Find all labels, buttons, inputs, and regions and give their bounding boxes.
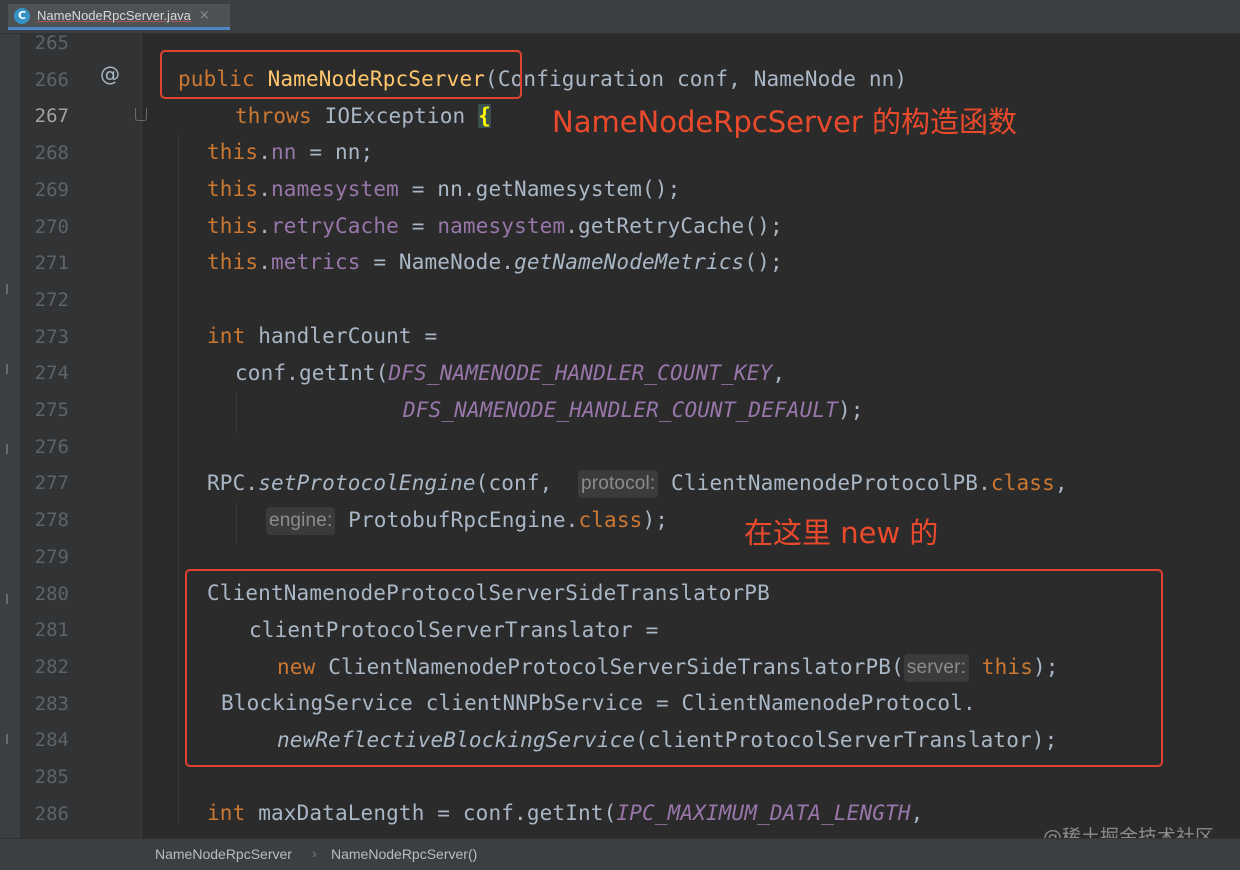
line-number: 268 [34,142,69,165]
left-tool-stripe [0,34,21,838]
line-number: 265 [34,32,69,54]
code-line-270[interactable]: this.retryCache = namesystem.getRetryCac… [207,208,783,244]
code-line-278[interactable]: engine: ProtobufRpcEngine.class); [266,502,668,538]
line-number: 286 [34,802,69,825]
line-number: 279 [34,545,69,568]
line-number: 277 [34,472,69,495]
breadcrumb-class[interactable]: NameNodeRpcServer [155,846,292,862]
line-number: 273 [34,325,69,348]
editor-tab-bar: C NameNodeRpcServer.java × [0,0,1240,34]
code-line-269[interactable]: this.namesystem = nn.getNamesystem(); [207,171,680,207]
line-number: 274 [34,362,69,385]
line-number: 275 [34,399,69,421]
code-line-268[interactable]: this.nn = nn; [207,134,373,170]
line-number: 281 [34,619,69,642]
code-line-273[interactable]: int handlerCount = [207,318,437,354]
code-line-271[interactable]: this.metrics = NameNode.getNameNodeMetri… [207,244,783,280]
constructor-annotation: NameNodeRpcServer 的构造函数 [552,105,1018,139]
line-number: 283 [34,692,69,715]
parameter-hint-protocol: protocol: [578,470,659,498]
java-class-icon: C [14,7,30,24]
line-number: 276 [34,435,69,458]
line-number: 269 [34,178,69,201]
line-number: 285 [34,766,69,788]
stripe-marker [6,284,8,294]
line-number: 267 [34,105,69,128]
fold-icon[interactable] [135,108,147,121]
line-number: 266 [34,68,69,91]
new-annotation: 在这里 new 的 [744,516,939,550]
breadcrumb: NameNodeRpcServer › NameNodeRpcServer() [0,838,1240,870]
constructor-highlight-box [160,50,522,99]
indent-guide [236,392,237,434]
stripe-marker [6,594,8,604]
indent-guide [178,134,179,824]
breadcrumb-separator: › [312,845,317,861]
tab-label: NameNodeRpcServer.java [37,8,191,23]
override-marker-icon[interactable]: @ [100,62,120,86]
code-line-275[interactable]: DFS_NAMENODE_HANDLER_COUNT_DEFAULT); [403,392,864,428]
translator-highlight-box [185,569,1163,767]
stripe-marker [6,364,8,374]
line-number: 280 [34,582,69,605]
line-number: 271 [34,252,69,275]
code-line-267[interactable]: throws IOException { [235,98,491,134]
parameter-hint-engine: engine: [266,507,336,535]
close-icon[interactable]: × [199,8,210,23]
code-line-286[interactable]: int maxDataLength = conf.getInt(IPC_MAXI… [207,795,923,831]
line-number: 284 [34,729,69,752]
line-number: 282 [34,655,69,678]
line-number: 278 [34,509,69,532]
stripe-marker [6,444,8,454]
line-number: 270 [34,215,69,238]
indent-guide [236,502,237,544]
stripe-marker [6,734,8,744]
gutter-separator [141,34,142,838]
breadcrumb-method[interactable]: NameNodeRpcServer() [331,846,477,862]
line-number: 272 [34,288,69,311]
code-line-277[interactable]: RPC.setProtocolEngine(conf, protocol: Cl… [207,465,1068,501]
code-line-274[interactable]: conf.getInt(DFS_NAMENODE_HANDLER_COUNT_K… [235,355,785,391]
